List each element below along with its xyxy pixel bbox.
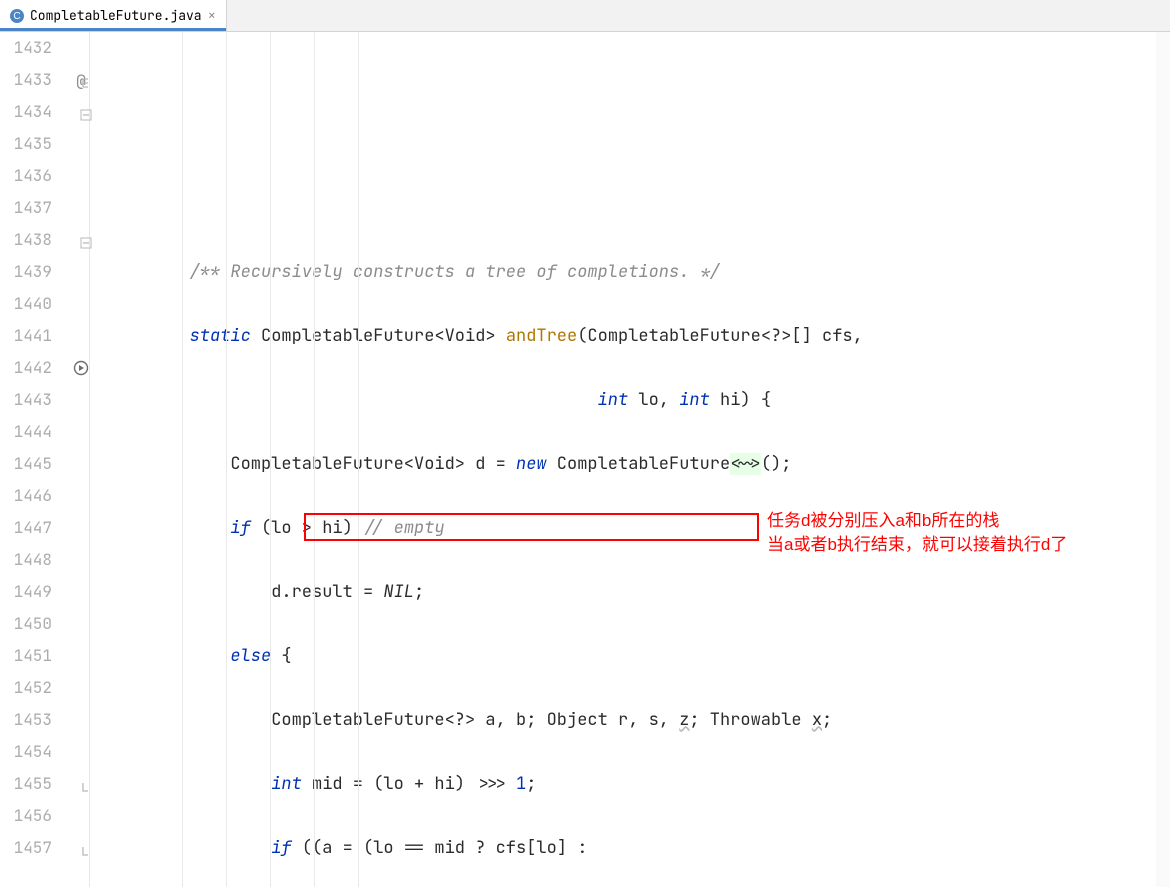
java-class-icon: C xyxy=(10,9,24,23)
code-line: int mid = (lo + hi) >>> 1; xyxy=(108,768,1170,800)
line-number: 1432 xyxy=(0,32,52,64)
file-tab[interactable]: C CompletableFuture.java × xyxy=(0,0,227,31)
annotation-text-2: 当a或者b执行结束，就可以接着执行d了 xyxy=(767,534,1067,556)
fold-end-icon[interactable] xyxy=(80,777,94,791)
fold-end-icon[interactable] xyxy=(80,841,94,855)
line-number: 1444 xyxy=(0,416,52,448)
line-number: 1445 xyxy=(0,448,52,480)
code-line: if ((a = (lo == mid ? cfs[lo] : xyxy=(108,832,1170,864)
code-line: /** Recursively constructs a tree of com… xyxy=(108,256,1170,288)
code-line: CompletableFuture<?> a, b; Object r, s, … xyxy=(108,704,1170,736)
code-line: static CompletableFuture<Void> andTree(C… xyxy=(108,320,1170,352)
line-number: 1437 xyxy=(0,192,52,224)
line-number: 1451 xyxy=(0,640,52,672)
line-number: 1438 xyxy=(0,224,52,256)
line-number: 1434 xyxy=(0,96,52,128)
line-number: 1433 xyxy=(0,64,52,96)
line-number: 1449 xyxy=(0,576,52,608)
code-area[interactable]: /** Recursively constructs a tree of com… xyxy=(102,32,1170,887)
line-number: 1453 xyxy=(0,704,52,736)
code-line: CompletableFuture<Void> d = new Completa… xyxy=(108,448,1170,480)
svg-text:C: C xyxy=(13,11,20,22)
line-number: 1441 xyxy=(0,320,52,352)
line-number: 1456 xyxy=(0,800,52,832)
line-number: 1448 xyxy=(0,544,52,576)
line-number: 1435 xyxy=(0,128,52,160)
line-number-gutter: 1432143314341435143614371438143914401441… xyxy=(0,32,60,887)
active-tab-indicator xyxy=(0,28,226,31)
close-icon[interactable]: × xyxy=(208,9,216,23)
fold-toggle-icon[interactable] xyxy=(80,73,94,87)
line-number: 1457 xyxy=(0,832,52,864)
line-number: 1452 xyxy=(0,672,52,704)
tab-bar: C CompletableFuture.java × xyxy=(0,0,1170,32)
tab-filename: CompletableFuture.java xyxy=(30,7,202,24)
highlight-box xyxy=(304,513,759,541)
fold-minus-icon[interactable] xyxy=(80,233,94,247)
line-number: 1443 xyxy=(0,384,52,416)
line-number: 1447 xyxy=(0,512,52,544)
line-number: 1454 xyxy=(0,736,52,768)
line-number: 1442 xyxy=(0,352,52,384)
annotation-text-1: 任务d被分别压入a和b所在的栈 xyxy=(767,510,999,532)
line-number: 1446 xyxy=(0,480,52,512)
code-line: int lo, int hi) { xyxy=(108,384,1170,416)
code-line: d.result = NIL; xyxy=(108,576,1170,608)
line-number: 1439 xyxy=(0,256,52,288)
code-editor[interactable]: 1432143314341435143614371438143914401441… xyxy=(0,32,1170,887)
line-number: 1440 xyxy=(0,288,52,320)
marker-gutter: @ xyxy=(60,32,102,887)
code-line: else { xyxy=(108,640,1170,672)
line-number: 1450 xyxy=(0,608,52,640)
scrollbar-track[interactable] xyxy=(1156,32,1170,887)
fold-minus-icon[interactable] xyxy=(80,105,94,119)
line-number: 1455 xyxy=(0,768,52,800)
run-recursive-icon[interactable] xyxy=(70,357,92,379)
line-number: 1436 xyxy=(0,160,52,192)
